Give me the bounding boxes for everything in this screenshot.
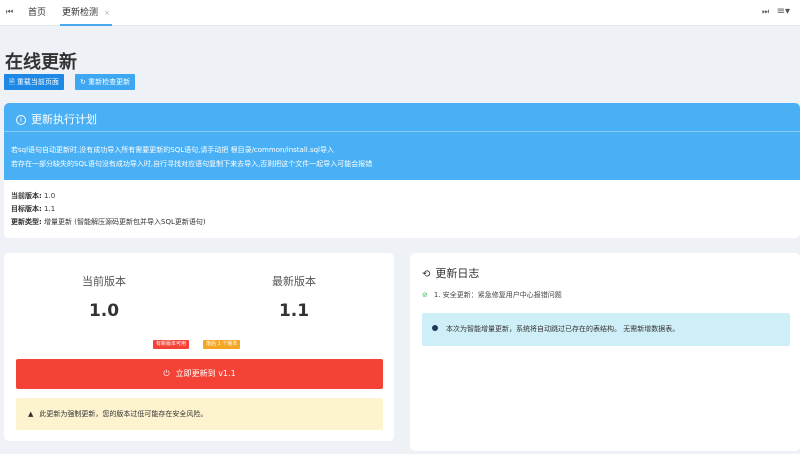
current-version-row: 当前版本: 1.0 (11, 190, 793, 203)
update-type-value: 增量更新 (智能解压源码更新包并导入SQL更新语句) (44, 218, 206, 226)
page-title: 在线更新 (5, 52, 77, 73)
version-card: 当前版本 1.0 最新版本 1.1 ⏻ 立即更新到 v1.1 ▲ 此更新为强制更新，… (4, 253, 394, 441)
latest-version-number: 1.1 (278, 301, 310, 321)
recheck-update-label: 重新检查更新 (88, 78, 131, 86)
reload-page-label: 重载当前页面 (16, 78, 59, 86)
changelog-title-text: 更新日志 (435, 267, 480, 280)
force-update-warning-text: 此更新为强制更新，您的版本过低可能存在安全风险。 (39, 410, 208, 418)
menu-dropdown-icon[interactable]: ≡▾ (777, 6, 790, 17)
current-version-heading: 当前版本 (82, 275, 126, 288)
target-version-label: 目标版本: (11, 205, 42, 213)
update-now-label: 立即更新到 v1.1 (175, 369, 236, 378)
changelog-card: ⟲ 更新日志 ⊘ 1. 安全更新：紧急修复用户中心报错问题 本次为智能增量更新，系统… (410, 253, 800, 451)
reload-page-button[interactable]: 🗎 重载当前页面 (4, 74, 64, 90)
scroll-left-icon[interactable]: ⏮ (6, 7, 13, 17)
tab-home-label: 首页 (28, 8, 47, 18)
changelog-info-box: 本次为智能增量更新，系统将自动跳过已存在的表结构。 无需新增数据表。 (422, 313, 790, 346)
plan-note-line: 若存在一部分缺失的SQL语句没有成功导入时,自行寻找对应语句复制下来去导入,否则… (11, 160, 373, 168)
power-icon: ⏻ (163, 369, 170, 378)
update-plan-card: i 更新执行计划 若sql语句自动更新时,没有成功导入所有需要更新的SQL语句,请… (4, 103, 800, 238)
tab-update-check[interactable]: 更新检测 × (60, 0, 112, 26)
current-version-block: 当前版本 1.0 (29, 273, 179, 321)
current-version-label: 当前版本: (11, 192, 42, 200)
update-now-button[interactable]: ⏻ 立即更新到 v1.1 (16, 359, 383, 389)
latest-version-heading: 最新版本 (272, 275, 316, 288)
tab-update-check-label: 更新检测 (62, 8, 99, 18)
latest-version-block: 最新版本 1.1 (219, 273, 369, 321)
update-plan-title-text: 更新执行计划 (31, 113, 97, 126)
divider (4, 131, 800, 132)
behind-version-badge: 落后 1 个版本 (203, 340, 241, 349)
check-circle-icon: ⊘ (422, 291, 428, 299)
scroll-right-icon[interactable]: ⏭ (762, 7, 769, 17)
target-version-value: 1.1 (44, 205, 56, 213)
changelog-info-text: 本次为智能增量更新，系统将自动跳过已存在的表结构。 无需新增数据表。 (446, 325, 680, 333)
file-icon: 🗎 (9, 78, 15, 86)
refresh-icon: ↻ (80, 78, 86, 86)
force-update-warning: ▲ 此更新为强制更新，您的版本过低可能存在安全风险。 (16, 398, 383, 430)
info-dot-icon (432, 325, 438, 331)
new-version-badge: 有新版本可用 (153, 340, 190, 349)
update-type-row: 更新类型: 增量更新 (智能解压源码更新包并导入SQL更新语句) (11, 216, 793, 229)
info-circle-icon: i (16, 115, 26, 125)
tab-home[interactable]: 首页 (28, 0, 46, 26)
current-version-number: 1.0 (88, 301, 120, 321)
tab-bar: ⏮ 首页 更新检测 × ⏭ ≡▾ (0, 0, 800, 26)
current-version-value: 1.0 (44, 192, 56, 200)
target-version-row: 目标版本: 1.1 (11, 203, 793, 216)
close-icon[interactable]: × (104, 9, 110, 17)
plan-note-line: 若sql语句自动更新时,没有成功导入所有需要更新的SQL语句,请手动把 根目录/… (11, 146, 334, 154)
changelog-item-text: 1. 安全更新：紧急修复用户中心报错问题 (433, 291, 562, 299)
changelog-title: ⟲ 更新日志 (422, 265, 479, 281)
history-icon: ⟲ (422, 269, 431, 280)
warning-icon: ▲ (28, 410, 34, 418)
changelog-item: ⊘ 1. 安全更新：紧急修复用户中心报错问题 (422, 290, 562, 300)
update-plan-body: 当前版本: 1.0 目标版本: 1.1 更新类型: 增量更新 (智能解压源码更新… (4, 180, 800, 238)
recheck-update-button[interactable]: ↻ 重新检查更新 (75, 74, 136, 90)
update-type-label: 更新类型: (11, 218, 42, 226)
update-plan-title: i 更新执行计划 (16, 111, 97, 127)
update-plan-header: i 更新执行计划 若sql语句自动更新时,没有成功导入所有需要更新的SQL语句,请… (4, 103, 800, 180)
